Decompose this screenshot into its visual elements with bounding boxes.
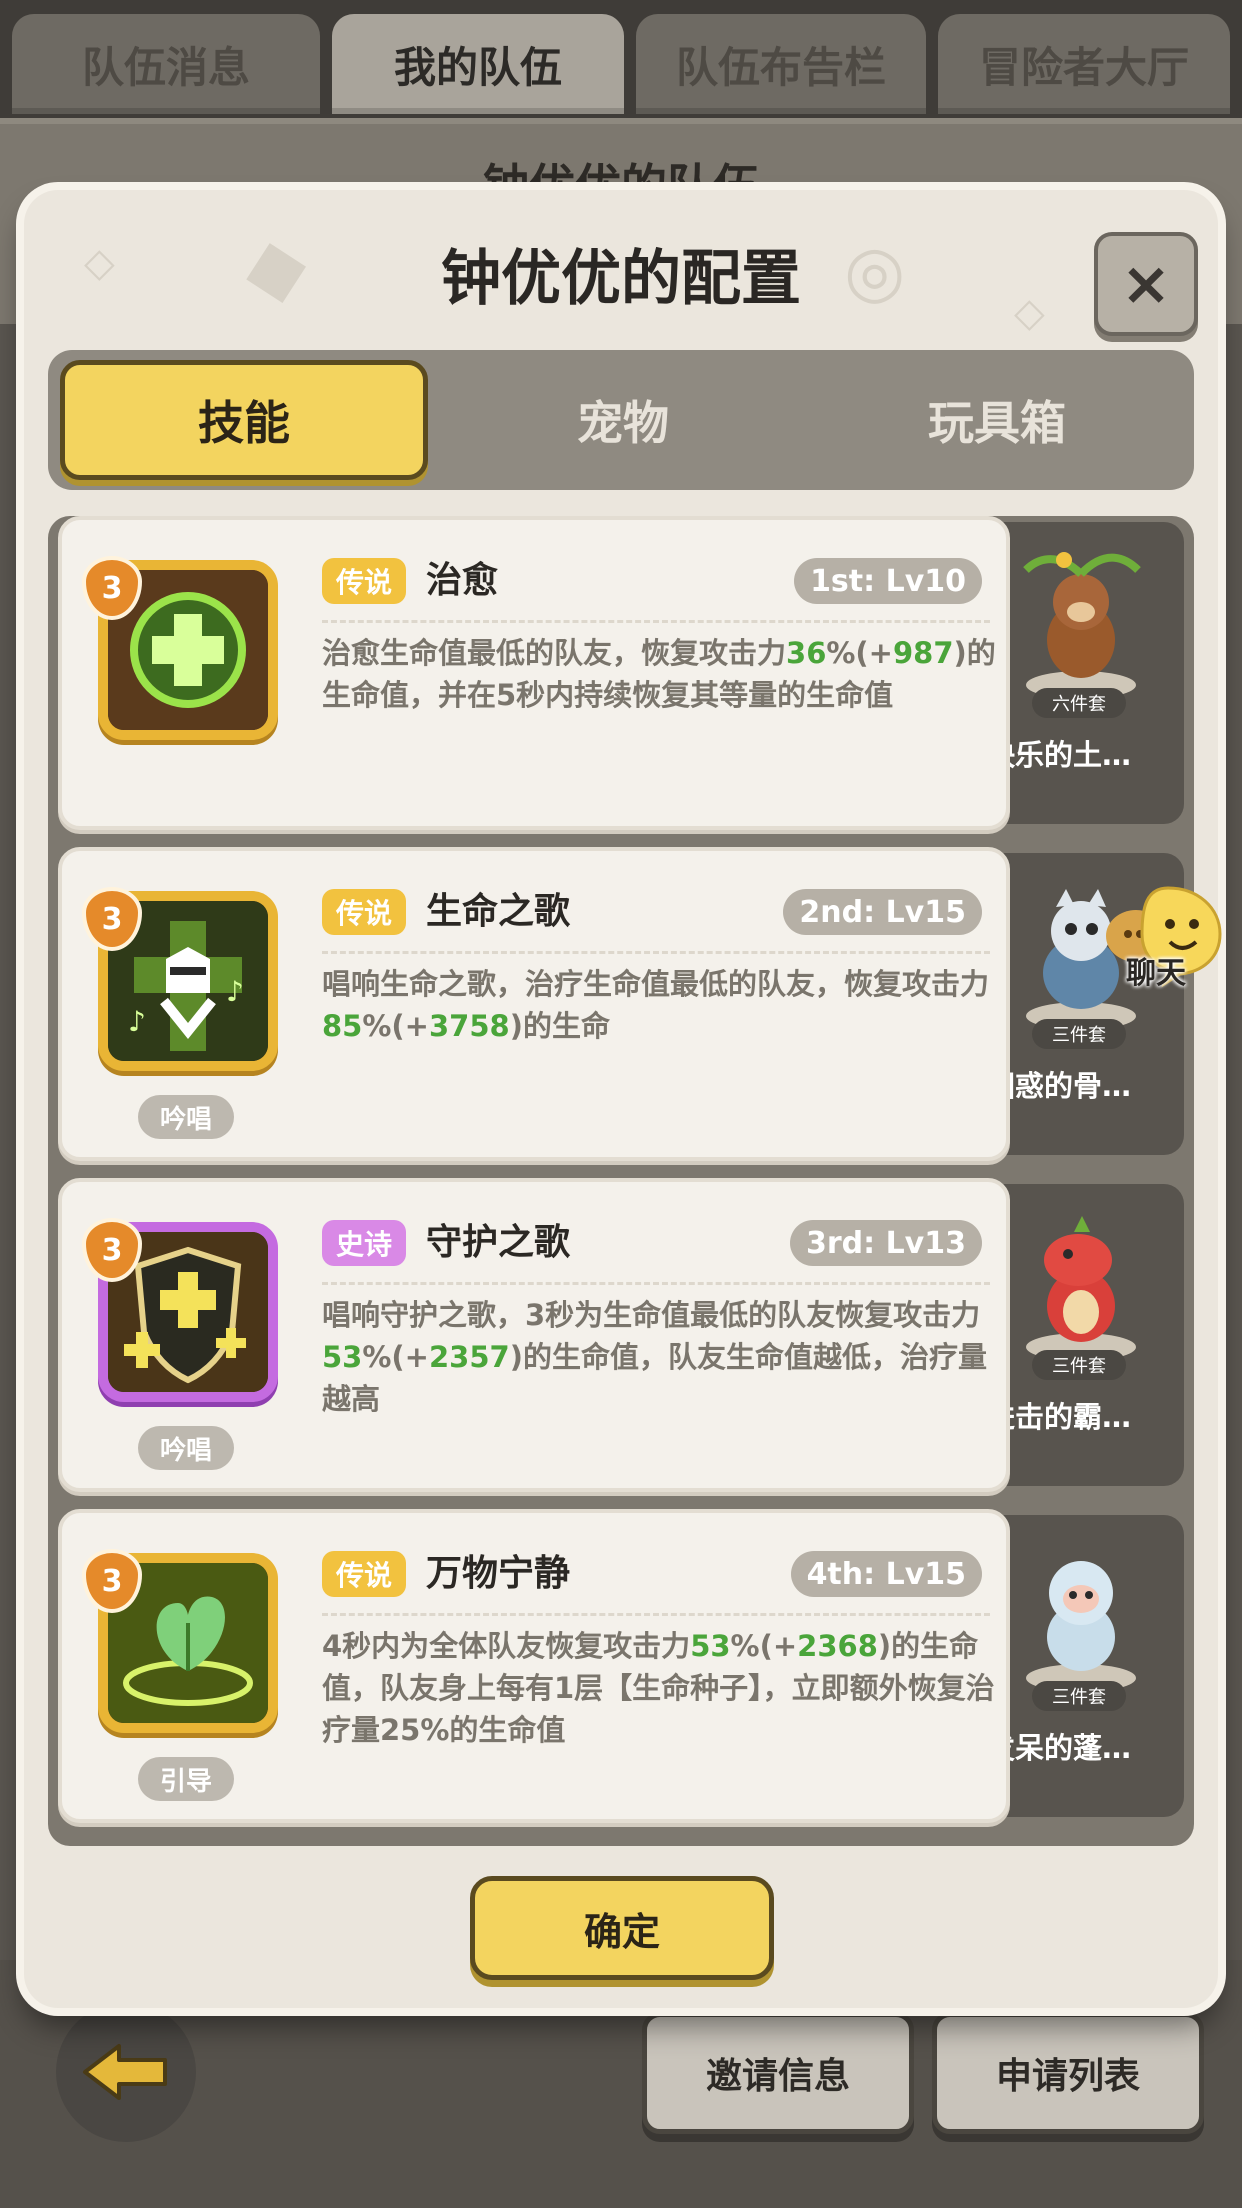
skill-row: 三件套 进击的霸… 3 吟唱 史诗 守护之歌 3rd: Lv13 唱响守护之歌，… [58,1178,1184,1492]
skill-description: 唱响守护之歌，3秒为生命值最低的队友恢复攻击力53%(+2357)的生命值，队友… [322,1298,987,1416]
skill-card[interactable]: 3 引导 传说 万物宁静 4th: Lv15 4秒内为全体队友恢复攻击力53%(… [58,1509,1010,1823]
dialog-title: 钟优优的配置 [441,244,801,314]
config-tab-bar: 技能 宠物 玩具箱 [48,350,1194,490]
close-icon: × [1120,249,1172,319]
tab-adventurer-hall[interactable]: 冒险者大厅 [938,14,1230,114]
back-arrow-icon [83,2044,167,2100]
set-tag: 三件套 [1032,1019,1126,1049]
invite-info-button[interactable]: 邀请信息 [642,2012,914,2134]
skill-row: 三件套 发呆的蓬… 3 引导 传说 万物宁静 4th: Lv15 4秒内为全体队… [58,1509,1184,1823]
tab-team-messages[interactable]: 队伍消息 [12,14,320,114]
divider [322,620,990,623]
rarity-tag: 传说 [322,1551,407,1597]
top-tab-bar: 队伍消息 我的队伍 队伍布告栏 冒险者大厅 [0,0,1242,118]
skill-description: 4秒内为全体队友恢复攻击力53%(+2368)的生命值，队友身上每有1层【生命种… [322,1629,995,1747]
chat-label[interactable]: 聊天 [1126,948,1186,992]
set-tag: 六件套 [1032,688,1126,718]
pet-name: 进击的霸… [986,1400,1132,1434]
tab-skills[interactable]: 技能 [60,360,428,480]
skill-card[interactable]: ♪ ♪ 3 吟唱 传说 生命之歌 2nd: Lv15 唱响生命之歌，治疗生命值最… [58,847,1010,1161]
config-dialog: ◇ ◆ ◎ ◇ 钟优优的配置 × 技能 宠物 玩具箱 六件套 快乐的土… 3 传… [24,190,1218,2008]
cast-type-tag: 吟唱 [138,1095,234,1139]
skill-card[interactable]: 3 吟唱 史诗 守护之歌 3rd: Lv13 唱响守护之歌，3秒为生命值最低的队… [58,1178,1010,1492]
skill-name: 治愈 [426,560,499,601]
back-button[interactable] [56,2002,196,2142]
pet-name: 困惑的骨… [986,1069,1132,1103]
divider [322,951,990,954]
svg-text:♪: ♪ [226,975,244,1008]
divider [322,1613,990,1616]
tab-team-bulletin[interactable]: 队伍布告栏 [636,14,926,114]
set-tag: 三件套 [1032,1681,1126,1711]
slot-level: 1st: Lv10 [794,558,982,604]
skill-name: 守护之歌 [426,1222,571,1263]
close-button[interactable]: × [1094,232,1198,336]
cast-type-tag: 引导 [138,1757,234,1801]
tab-pets[interactable]: 宠物 [438,350,808,490]
skill-row: 六件套 快乐的土… 3 传说 治愈 1st: Lv10 治愈生命值最低的队友，恢… [58,516,1184,830]
set-tag: 三件套 [1032,1350,1126,1380]
slot-level: 4th: Lv15 [790,1551,982,1597]
svg-text:♪: ♪ [128,1005,146,1038]
skill-list: 六件套 快乐的土… 3 传说 治愈 1st: Lv10 治愈生命值最低的队友，恢… [48,516,1194,1846]
pet-figure-icon [1026,1216,1136,1361]
cast-type-tag: 吟唱 [138,1426,234,1470]
pet-figure-icon [1026,1561,1136,1692]
skill-card[interactable]: 3 传说 治愈 1st: Lv10 治愈生命值最低的队友，恢复攻击力36%(+9… [58,516,1010,830]
slot-level: 2nd: Lv15 [783,889,982,935]
apply-list-button[interactable]: 申请列表 [932,2012,1204,2134]
pet-name: 快乐的土… [986,738,1132,772]
skill-description: 治愈生命值最低的队友，恢复攻击力36%(+987)的生命值，并在5秒内持续恢复其… [322,636,996,712]
divider [322,1282,990,1285]
confirm-button[interactable]: 确定 [470,1876,774,1980]
tab-my-team[interactable]: 我的队伍 [332,14,624,114]
rarity-tag: 传说 [322,558,407,604]
skill-name: 万物宁静 [426,1553,571,1594]
skill-row: 三件套 困惑的骨… ♪ ♪ 3 吟唱 传说 生命之歌 2nd: Lv15 唱响生… [58,847,1184,1161]
tab-toybox[interactable]: 玩具箱 [812,350,1182,490]
pet-figure-icon [1023,552,1141,699]
slot-level: 3rd: Lv13 [789,1220,982,1266]
skill-description: 唱响生命之歌，治疗生命值最低的队友，恢复攻击力85%(+3758)的生命 [322,967,990,1043]
skill-name: 生命之歌 [426,891,571,932]
pet-name: 发呆的蓬… [986,1731,1132,1765]
rarity-tag: 史诗 [322,1220,407,1266]
rarity-tag: 传说 [322,889,407,935]
